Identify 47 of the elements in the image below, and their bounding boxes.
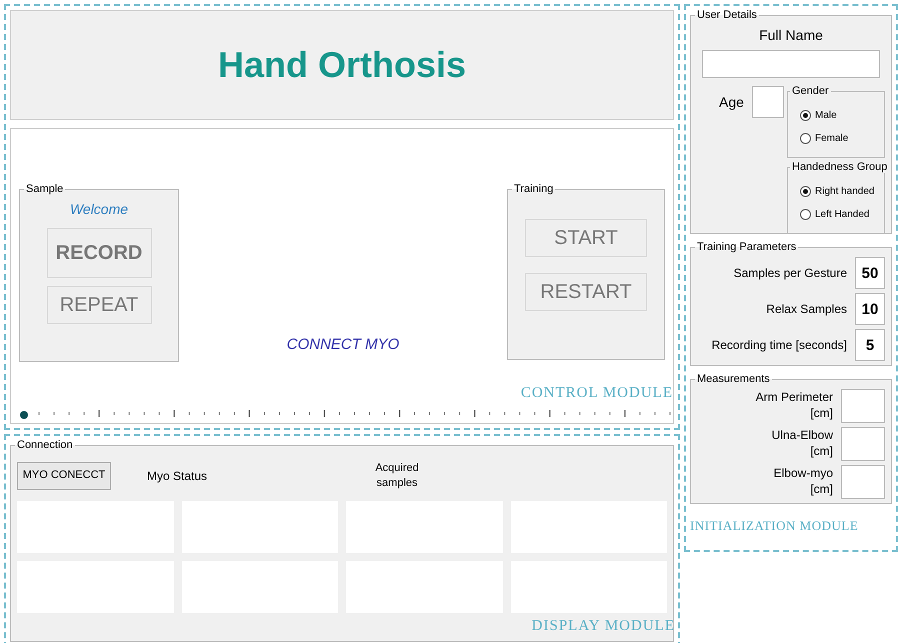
parameter-label: Recording time [seconds] [712, 337, 847, 354]
sample-button[interactable]: REPEAT [46, 286, 152, 324]
measurement-label: Ulna-Elbow [cm] [770, 428, 833, 460]
group-title: User Details [696, 10, 758, 21]
welcome-message: Welcome [70, 200, 128, 219]
radio-label: Left Handed [815, 208, 870, 222]
group-title: Connection [16, 440, 74, 450]
parameter-label: Relax Samples [766, 301, 847, 318]
slider-thumb[interactable] [20, 411, 28, 420]
radio-label: Male [815, 109, 837, 123]
input-field[interactable] [841, 427, 885, 461]
measurement-label: Arm Perimeter [cm] [754, 390, 833, 422]
samples-label: Acquired samples [374, 461, 420, 490]
input-field[interactable] [752, 86, 784, 118]
input-field[interactable] [841, 465, 885, 499]
group-title: Measurements [696, 374, 771, 385]
radio-label: Female [815, 132, 848, 146]
radio-button[interactable] [800, 110, 811, 121]
parameter-label: Samples per Gesture [734, 265, 847, 282]
field-label: Full Name [758, 26, 824, 45]
radio-button[interactable] [800, 133, 811, 144]
radio-button[interactable] [800, 186, 811, 197]
module-label: INITIALIZATION MODULE [690, 517, 860, 535]
status-text: CONNECT MYO [286, 334, 400, 354]
input-field[interactable]: 10 [855, 293, 885, 325]
slider[interactable] [19, 407, 671, 422]
status-label: Myo Status [147, 468, 208, 484]
group-title: Gender [791, 86, 830, 97]
radio-button[interactable] [800, 209, 811, 220]
input-field[interactable]: 50 [855, 257, 885, 289]
radio-label: Right handed [815, 185, 874, 199]
group-title: Sample [25, 184, 64, 195]
app-title: Hand Orthosis [218, 43, 466, 87]
group-title: Training Parameters [696, 242, 798, 253]
module-label: CONTROL MODULE [520, 384, 673, 403]
input-field[interactable] [841, 389, 885, 423]
measurement-label: Elbow-myo [cm] [772, 466, 833, 498]
training-button[interactable]: START [525, 219, 647, 257]
training-button[interactable]: RESTART [525, 273, 647, 311]
group-title: Training [513, 184, 554, 195]
module-label: DISPLAY MODULE [530, 616, 675, 636]
field-label: Age [719, 93, 744, 112]
connect-button[interactable]: MYO CONECCT [17, 462, 111, 490]
input-field[interactable] [702, 50, 880, 78]
sample-button[interactable]: RECORD [46, 228, 152, 278]
group-title: Handedness Group [791, 162, 888, 173]
input-field[interactable]: 5 [855, 329, 885, 361]
